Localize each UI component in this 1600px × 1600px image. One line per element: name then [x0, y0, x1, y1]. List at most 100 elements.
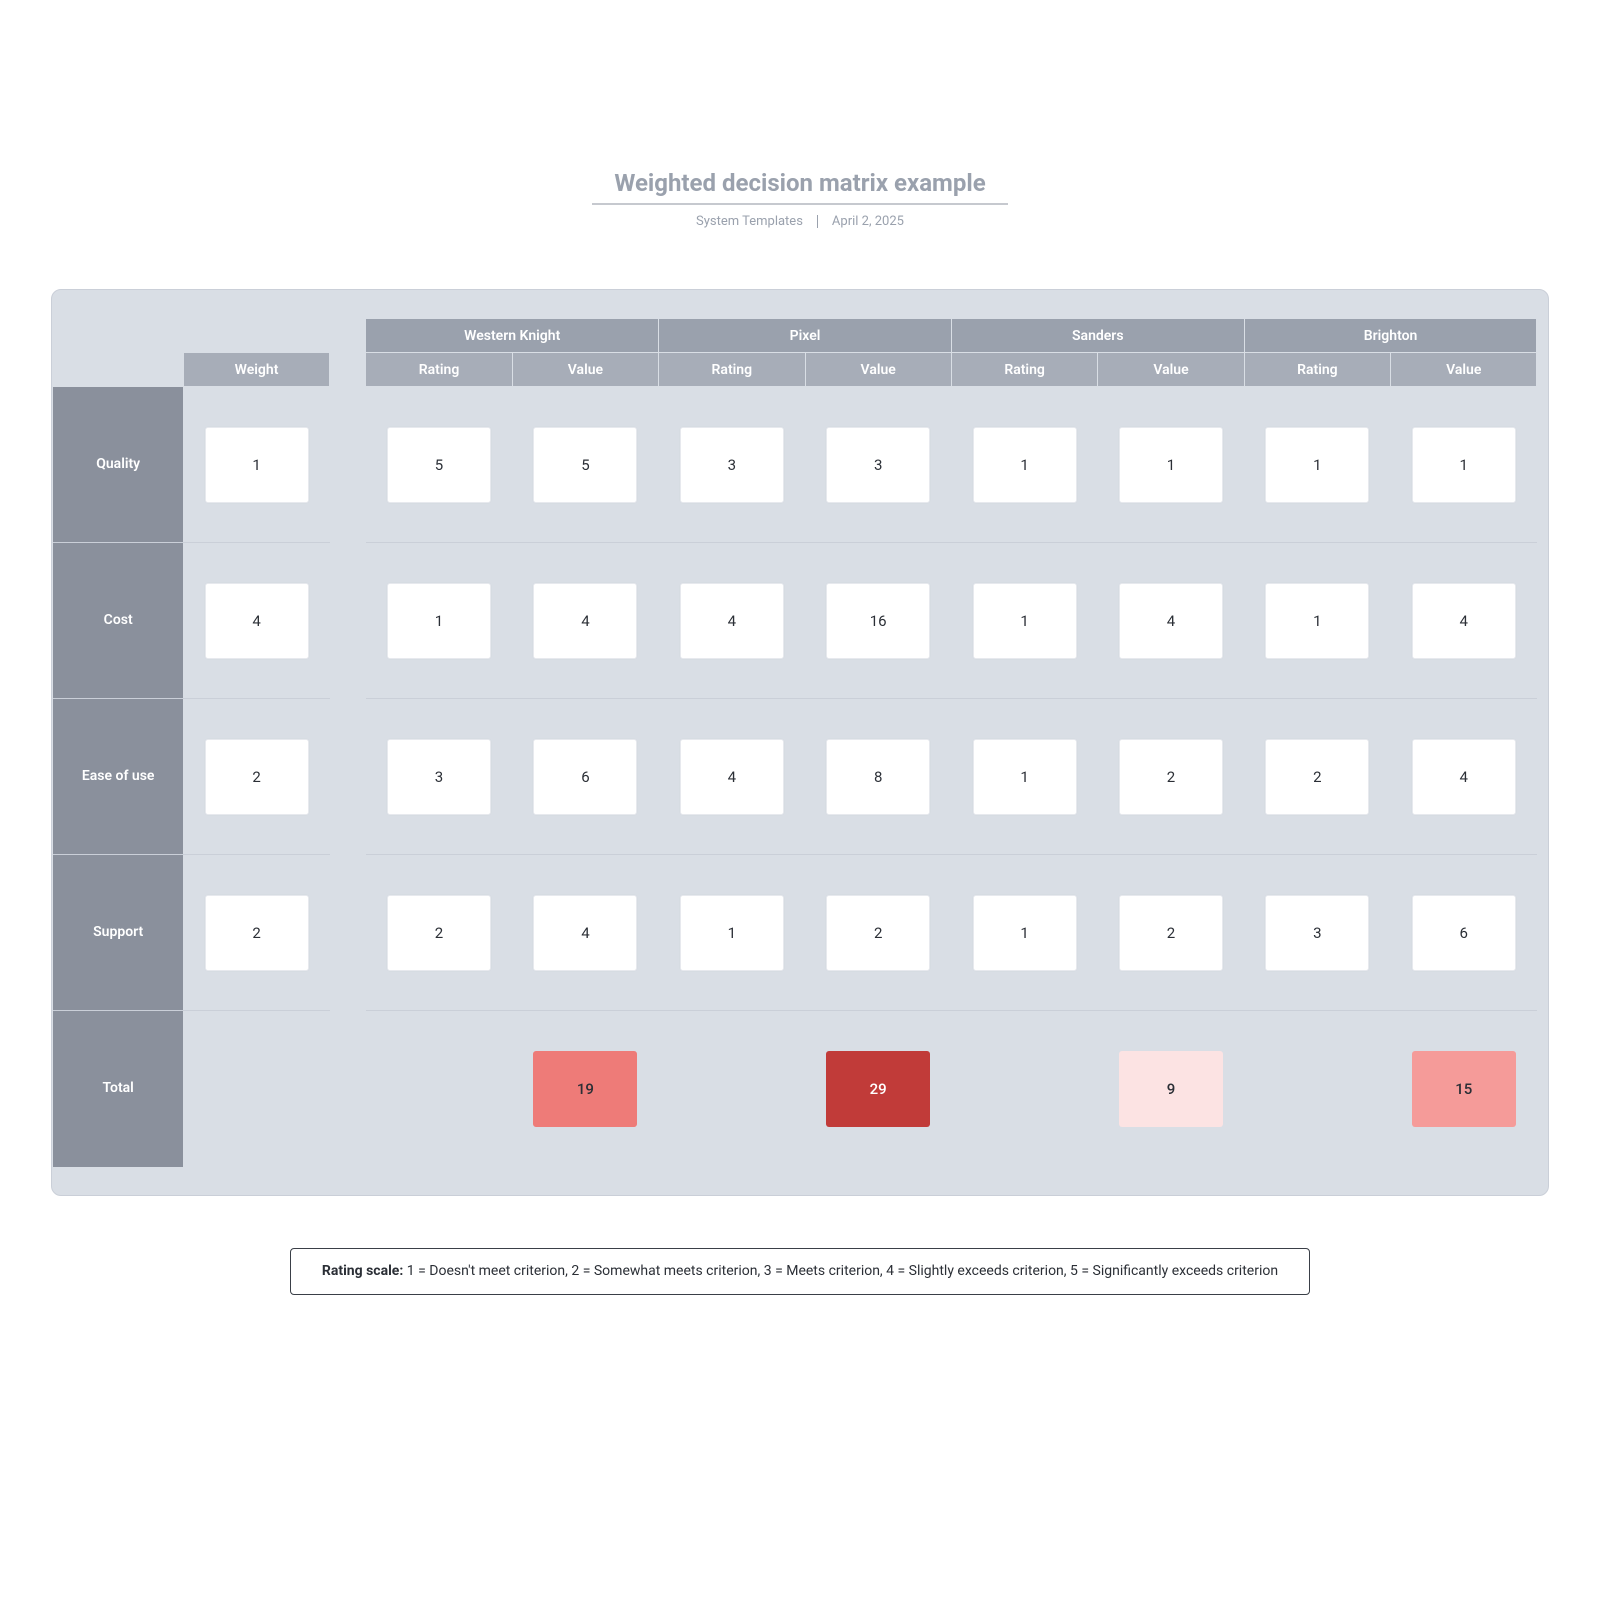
- meta-divider: [817, 215, 818, 228]
- author-text: System Templates: [696, 214, 803, 229]
- cell-value: 1: [973, 583, 1077, 659]
- cell-value: 1: [680, 895, 784, 971]
- criterion-header: Ease of use: [53, 699, 183, 855]
- value-cell: 6: [512, 699, 658, 855]
- cell-value: 4: [680, 583, 784, 659]
- spacer: [1537, 387, 1547, 543]
- rating-cell: 1: [951, 387, 1097, 543]
- empty-cell: [659, 1011, 805, 1167]
- rating-cell: 2: [366, 855, 512, 1011]
- weight-header: Weight: [183, 353, 329, 387]
- empty-cell: [1244, 1011, 1390, 1167]
- criterion-row: Ease of use236481224: [53, 699, 1547, 855]
- criterion-row: Quality155331111: [53, 387, 1547, 543]
- option-header: Western Knight: [366, 319, 659, 353]
- cell-value: 1: [973, 739, 1077, 815]
- value-cell: 4: [1391, 543, 1537, 699]
- cell-value: 5: [387, 427, 491, 503]
- rating-cell: 3: [659, 387, 805, 543]
- rating-cell: 1: [951, 699, 1097, 855]
- matrix-panel: Western Knight Pixel Sanders Brighton We…: [51, 289, 1549, 1196]
- rating-cell: 1: [951, 543, 1097, 699]
- rating-header: Rating: [366, 353, 512, 387]
- criterion-row: Cost4144161414: [53, 543, 1547, 699]
- rating-cell: 1: [1244, 387, 1390, 543]
- total-value: 15: [1412, 1051, 1516, 1127]
- empty-cell: [366, 1011, 512, 1167]
- total-value: 29: [826, 1051, 930, 1127]
- value-cell: 8: [805, 699, 951, 855]
- cell-value: 2: [205, 895, 309, 971]
- rating-header: Rating: [951, 353, 1097, 387]
- total-row: Total 19 29 9 15: [53, 1011, 1547, 1167]
- cell-value: 1: [973, 895, 1077, 971]
- page: Weighted decision matrix example System …: [0, 0, 1600, 1600]
- value-cell: 2: [805, 855, 951, 1011]
- value-cell: 6: [1391, 855, 1537, 1011]
- empty-cell: [951, 1011, 1097, 1167]
- rating-cell: 1: [366, 543, 512, 699]
- rating-cell: 4: [659, 543, 805, 699]
- spacer: [330, 855, 366, 1011]
- total-value: 9: [1119, 1051, 1223, 1127]
- cell-value: 3: [387, 739, 491, 815]
- value-header: Value: [805, 353, 951, 387]
- criterion-row: Support224121236: [53, 855, 1547, 1011]
- value-header: Value: [1098, 353, 1244, 387]
- spacer: [330, 543, 366, 699]
- cell-value: 4: [533, 895, 637, 971]
- spacer: [1537, 1011, 1547, 1167]
- value-cell: 1: [1391, 387, 1537, 543]
- value-cell: 2: [1098, 855, 1244, 1011]
- weight-cell: 2: [183, 855, 329, 1011]
- total-cell: 9: [1098, 1011, 1244, 1167]
- rating-cell: 1: [1244, 543, 1390, 699]
- value-cell: 5: [512, 387, 658, 543]
- option-header-row: Western Knight Pixel Sanders Brighton: [53, 319, 1547, 353]
- cell-value: 6: [533, 739, 637, 815]
- rating-cell: 2: [1244, 699, 1390, 855]
- cell-value: 3: [1265, 895, 1369, 971]
- cell-value: 4: [1119, 583, 1223, 659]
- total-header: Total: [53, 1011, 183, 1167]
- value-header: Value: [512, 353, 658, 387]
- rating-cell: 3: [1244, 855, 1390, 1011]
- weight-cell: 4: [183, 543, 329, 699]
- legend-label: Rating scale:: [322, 1263, 403, 1279]
- cell-value: 8: [826, 739, 930, 815]
- spacer: [330, 699, 366, 855]
- cell-value: 4: [1412, 739, 1516, 815]
- cell-value: 1: [1265, 427, 1369, 503]
- cell-value: 4: [1412, 583, 1516, 659]
- cell-value: 4: [680, 739, 784, 815]
- decision-matrix-table: Western Knight Pixel Sanders Brighton We…: [53, 318, 1547, 1167]
- cell-value: 1: [205, 427, 309, 503]
- rating-cell: 4: [659, 699, 805, 855]
- cell-value: 3: [826, 427, 930, 503]
- title-block: Weighted decision matrix example System …: [592, 165, 1007, 229]
- cell-value: 2: [205, 739, 309, 815]
- criterion-header: Cost: [53, 543, 183, 699]
- cell-value: 2: [387, 895, 491, 971]
- rating-header: Rating: [1244, 353, 1390, 387]
- spacer: [1537, 855, 1547, 1011]
- cell-value: 1: [1412, 427, 1516, 503]
- cell-value: 2: [1119, 895, 1223, 971]
- cell-value: 2: [1265, 739, 1369, 815]
- spacer: [1537, 543, 1547, 699]
- value-cell: 16: [805, 543, 951, 699]
- page-title: Weighted decision matrix example: [592, 165, 1007, 205]
- rating-scale-legend: Rating scale: 1 = Doesn't meet criterion…: [290, 1248, 1310, 1296]
- cell-value: 1: [973, 427, 1077, 503]
- rating-header: Rating: [659, 353, 805, 387]
- cell-value: 16: [826, 583, 930, 659]
- total-cell: 29: [805, 1011, 951, 1167]
- date-text: April 2, 2025: [832, 214, 904, 229]
- value-header: Value: [1391, 353, 1537, 387]
- total-cell: 19: [512, 1011, 658, 1167]
- legend-text: 1 = Doesn't meet criterion, 2 = Somewhat…: [403, 1263, 1278, 1279]
- option-header: Sanders: [951, 319, 1244, 353]
- rating-cell: 5: [366, 387, 512, 543]
- value-cell: 3: [805, 387, 951, 543]
- total-value: 19: [533, 1051, 637, 1127]
